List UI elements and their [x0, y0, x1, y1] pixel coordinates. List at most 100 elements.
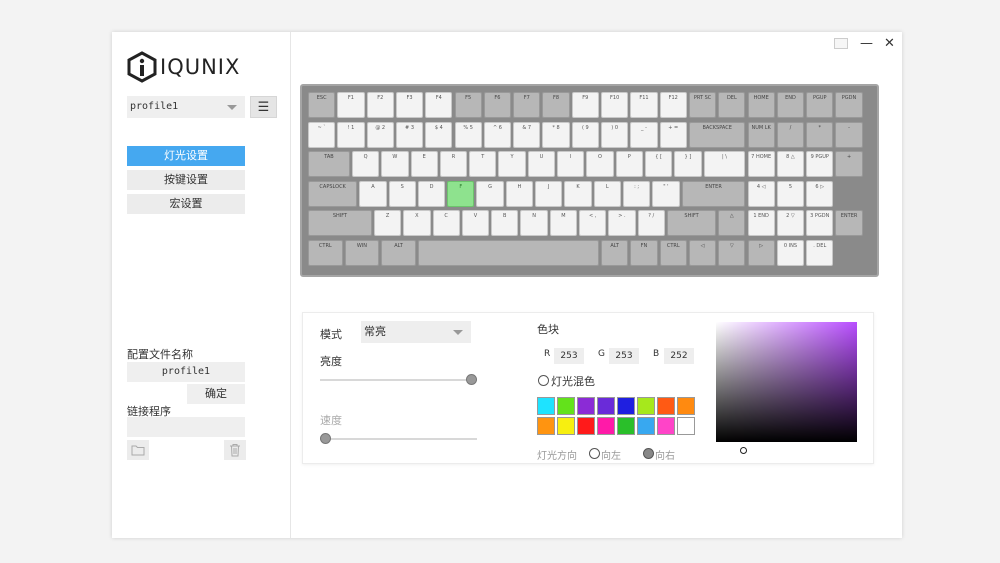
key-f11[interactable]: F11 [630, 92, 658, 118]
confirm-button[interactable]: 确定 [187, 384, 245, 404]
color-swatch[interactable] [617, 417, 635, 435]
key-home[interactable]: HOME [747, 92, 775, 118]
key-9-pgup[interactable]: 9 PGUP [806, 151, 834, 177]
key-f1[interactable]: F1 [337, 92, 365, 118]
nav-lighting-settings[interactable]: 灯光设置 [127, 146, 245, 166]
key-q[interactable]: Q [351, 151, 380, 177]
key-s[interactable]: S [388, 180, 416, 207]
key-ctrl[interactable]: CTRL [659, 239, 687, 266]
key-symbol[interactable]: - [835, 121, 863, 148]
key-f8[interactable]: F8 [542, 92, 570, 118]
key-space[interactable] [417, 239, 599, 266]
key-3[interactable]: # 3 [395, 121, 424, 148]
menu-button[interactable]: ☰ [250, 96, 277, 118]
key-symbol[interactable]: ? / [637, 210, 665, 236]
key-symbol[interactable]: } ] [674, 151, 702, 177]
g-input[interactable]: 253 [609, 348, 639, 364]
key-f4[interactable]: F4 [425, 92, 453, 118]
key-0[interactable]: ) 0 [601, 121, 629, 148]
key-i[interactable]: I [557, 151, 585, 177]
key-j[interactable]: J [535, 180, 563, 207]
key-w[interactable]: W [381, 151, 409, 177]
color-swatch[interactable] [577, 397, 595, 415]
key-b[interactable]: B [491, 210, 519, 236]
key-9[interactable]: ( 9 [571, 121, 599, 148]
restore-icon[interactable] [834, 38, 848, 49]
b-input[interactable]: 252 [664, 348, 694, 364]
key-ctrl[interactable]: CTRL [308, 239, 343, 266]
key-p[interactable]: P [615, 151, 643, 177]
key-8[interactable]: 8 △ [776, 151, 805, 177]
key-shift[interactable]: SHIFT [308, 210, 372, 236]
key-end[interactable]: END [776, 92, 805, 118]
key-7-home[interactable]: 7 HOME [747, 151, 775, 177]
color-mix-radio[interactable] [538, 375, 549, 386]
brightness-slider[interactable] [320, 379, 477, 381]
key-f6[interactable]: F6 [483, 92, 512, 118]
key-symbol[interactable]: ▽ [718, 239, 746, 266]
key-f10[interactable]: F10 [601, 92, 629, 118]
key-n[interactable]: N [520, 210, 548, 236]
r-input[interactable]: 253 [554, 348, 584, 364]
minimize-button[interactable]: — [860, 36, 873, 51]
key-symbol[interactable]: _ - [630, 121, 658, 148]
key-f2[interactable]: F2 [366, 92, 394, 118]
key-g[interactable]: G [476, 180, 504, 207]
key-z[interactable]: Z [373, 210, 402, 236]
key-6[interactable]: 6 ▷ [806, 180, 834, 207]
key-symbol[interactable]: * [806, 121, 834, 148]
key-8[interactable]: * 8 [542, 121, 570, 148]
key-capslock[interactable]: CAPSLOCK [308, 180, 358, 207]
key-f[interactable]: F [447, 180, 475, 207]
nav-key-settings[interactable]: 按键设置 [127, 170, 245, 190]
profile-name-input[interactable]: profile1 [127, 362, 245, 382]
color-swatch[interactable] [637, 397, 655, 415]
key-symbol[interactable]: : ; [622, 180, 651, 207]
key-symbol[interactable]: △ [718, 210, 746, 236]
key-0-ins[interactable]: 0 INS [776, 239, 805, 266]
color-picker-area[interactable] [716, 322, 857, 442]
profile-select[interactable]: profile1 [127, 96, 245, 118]
key-5[interactable]: % 5 [454, 121, 482, 148]
key-2[interactable]: 2 ▽ [776, 210, 805, 236]
color-swatch[interactable] [557, 397, 575, 415]
color-swatch[interactable] [657, 397, 675, 415]
key-3-pgdn[interactable]: 3 PGDN [806, 210, 834, 236]
key-6[interactable]: ^ 6 [483, 121, 512, 148]
key-f9[interactable]: F9 [571, 92, 599, 118]
key-symbol[interactable]: ◁ [688, 239, 717, 266]
folder-button[interactable] [127, 440, 149, 460]
key-win[interactable]: WIN [344, 239, 380, 266]
key-enter[interactable]: ENTER [681, 180, 746, 207]
key-2[interactable]: @ 2 [366, 121, 394, 148]
key-4[interactable]: 4 ◁ [747, 180, 775, 207]
key-y[interactable]: Y [498, 151, 526, 177]
key-7[interactable]: & 7 [513, 121, 541, 148]
key-shift[interactable]: SHIFT [666, 210, 717, 236]
key-f7[interactable]: F7 [513, 92, 541, 118]
key-r[interactable]: R [439, 151, 468, 177]
key-symbol[interactable]: { [ [644, 151, 673, 177]
key-k[interactable]: K [564, 180, 592, 207]
key-5[interactable]: 5 [776, 180, 805, 207]
key-pgdn[interactable]: PGDN [835, 92, 863, 118]
key-alt[interactable]: ALT [381, 239, 416, 266]
key-d[interactable]: D [417, 180, 446, 207]
color-picker-cursor[interactable] [740, 447, 747, 454]
link-program-input[interactable] [127, 417, 245, 437]
key-e[interactable]: E [410, 151, 438, 177]
key-symbol[interactable]: < , [579, 210, 607, 236]
color-swatch[interactable] [657, 417, 675, 435]
key-h[interactable]: H [505, 180, 534, 207]
color-swatch[interactable] [577, 417, 595, 435]
key-symbol[interactable]: + [835, 151, 863, 177]
color-swatch[interactable] [597, 397, 615, 415]
key-f3[interactable]: F3 [395, 92, 424, 118]
key-backspace[interactable]: BACKSPACE [688, 121, 746, 148]
key-f12[interactable]: F12 [659, 92, 687, 118]
key-o[interactable]: O [586, 151, 614, 177]
nav-macro-settings[interactable]: 宏设置 [127, 194, 245, 214]
color-swatch[interactable] [677, 397, 695, 415]
color-swatch[interactable] [677, 417, 695, 435]
key-c[interactable]: C [432, 210, 460, 236]
